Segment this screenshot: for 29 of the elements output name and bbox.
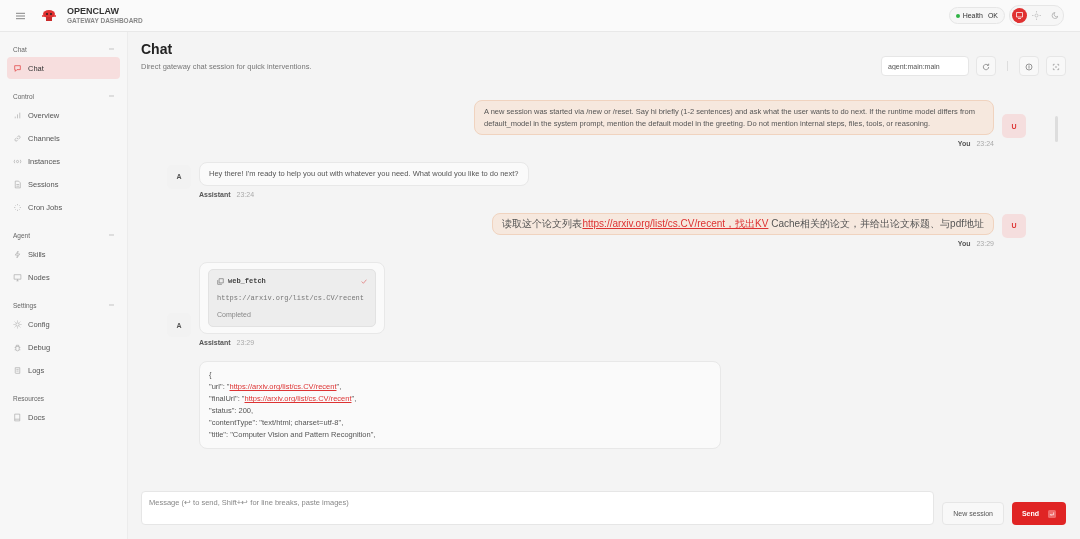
monitor-icon bbox=[13, 272, 22, 282]
refresh-icon bbox=[982, 62, 990, 72]
bolt-icon bbox=[13, 249, 22, 259]
gear-icon bbox=[13, 319, 22, 329]
bars-icon bbox=[13, 110, 22, 120]
moon-icon bbox=[1049, 11, 1058, 20]
file-icon bbox=[13, 179, 22, 189]
monitor-icon bbox=[1015, 11, 1024, 20]
link-icon bbox=[13, 133, 22, 143]
menu-icon[interactable] bbox=[16, 11, 25, 20]
page-title: Chat bbox=[141, 41, 174, 57]
refresh-button[interactable] bbox=[976, 56, 996, 76]
monitor-theme-button[interactable] bbox=[1012, 8, 1027, 23]
focus-button[interactable] bbox=[1046, 56, 1066, 76]
enter-key-icon bbox=[1048, 509, 1057, 518]
app-title: OPENCLAW bbox=[67, 6, 120, 16]
sun-icon bbox=[1032, 11, 1041, 20]
scroll-icon bbox=[13, 365, 22, 375]
loader-icon bbox=[13, 202, 22, 212]
robot-logo-icon bbox=[41, 7, 57, 24]
bug-icon bbox=[13, 342, 22, 352]
user-message: 读取这个论文列表https://arxiv.org/list/cs.CV/recent，找出KV Cache相关的论文，并给出论文标题、与pdf地址 bbox=[492, 212, 994, 235]
chat-icon bbox=[13, 63, 22, 73]
book-icon bbox=[13, 412, 22, 422]
info-button[interactable] bbox=[1019, 56, 1039, 76]
message-link[interactable]: https://arxiv.org/list/cs.CV/recent，找出KV bbox=[582, 217, 769, 229]
focus-icon bbox=[1052, 62, 1060, 72]
copy-icon bbox=[217, 277, 224, 285]
info-icon bbox=[1025, 62, 1033, 72]
